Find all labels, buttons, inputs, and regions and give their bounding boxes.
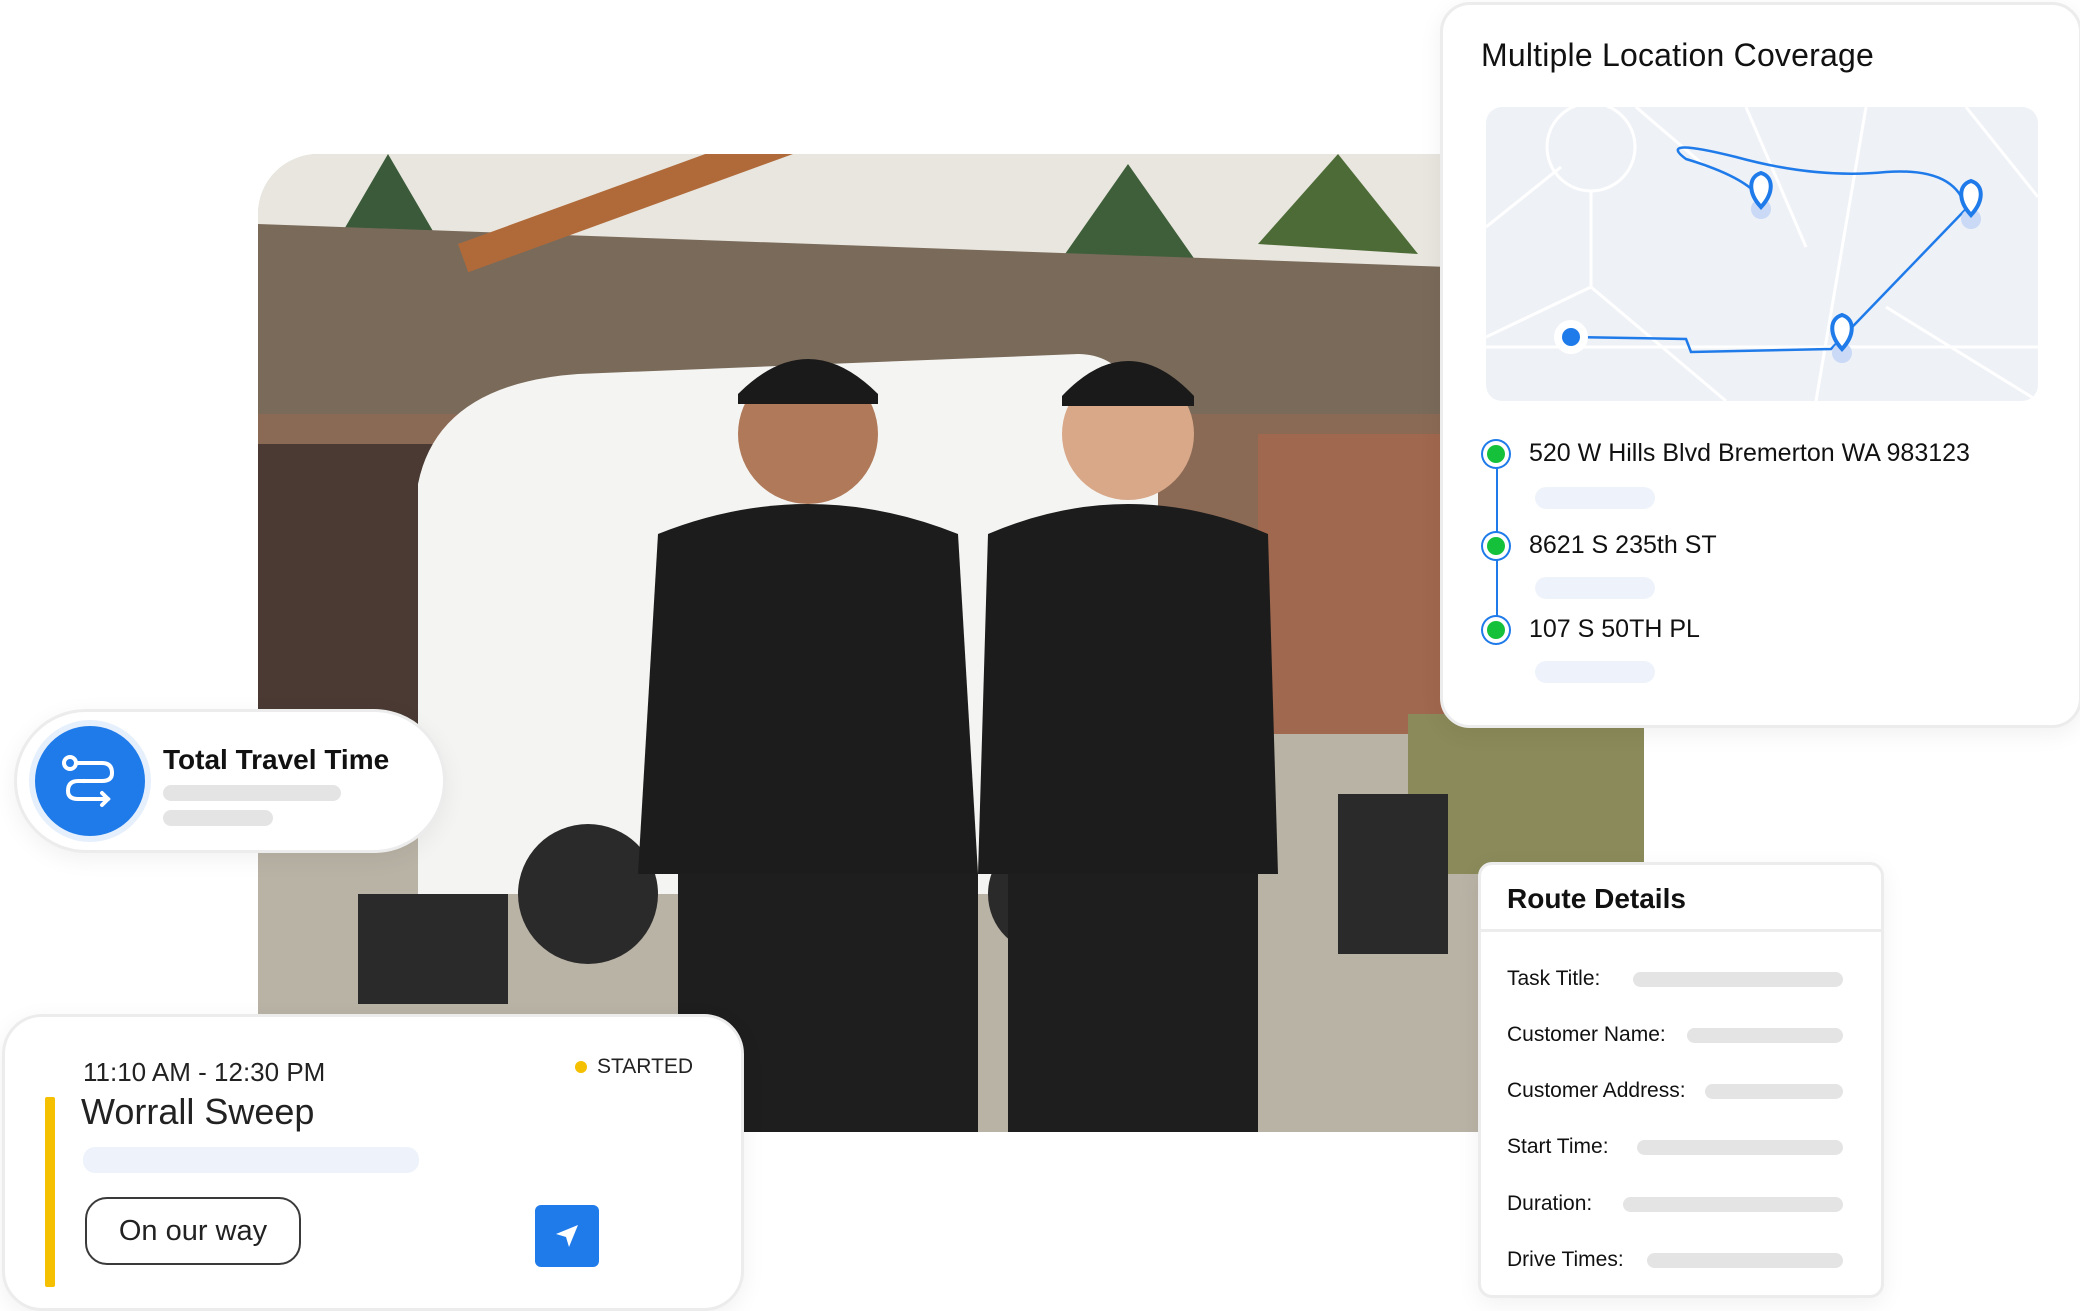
- route-field-value: [1705, 1084, 1843, 1099]
- route-map-graphic: [1486, 107, 2038, 401]
- placeholder-line: [163, 810, 273, 826]
- map-pin-icon: [1751, 173, 1771, 219]
- route-field-value: [1687, 1028, 1843, 1043]
- travel-time-title: Total Travel Time: [163, 744, 389, 776]
- route-field-label: Start Time:: [1507, 1135, 1609, 1159]
- route-field-label: Customer Address:: [1507, 1079, 1686, 1103]
- status-dot-icon: [575, 1061, 587, 1073]
- route-field-label: Duration:: [1507, 1192, 1592, 1216]
- placeholder-line: [163, 785, 341, 801]
- on-our-way-button[interactable]: On our way: [85, 1197, 301, 1265]
- location-dot-icon: [1487, 445, 1505, 463]
- send-icon[interactable]: [535, 1205, 599, 1267]
- map-pin-icon: [1961, 181, 1981, 229]
- route-field-value: [1633, 972, 1843, 987]
- route-details-title: Route Details: [1507, 883, 1686, 915]
- route-map[interactable]: [1486, 107, 2038, 401]
- job-name: Worrall Sweep: [81, 1091, 314, 1133]
- hero-photo: [258, 154, 1644, 1132]
- route-field-value: [1637, 1140, 1843, 1155]
- job-accent-bar: [45, 1097, 55, 1287]
- location-coverage-card: Multiple Location Coverage: [1440, 2, 2080, 728]
- map-pin-icon: [1832, 315, 1852, 363]
- route-field-label: Customer Name:: [1507, 1023, 1666, 1047]
- technicians-van-photo: [258, 154, 1644, 1132]
- route-icon: [35, 726, 145, 836]
- route-field-value: [1647, 1253, 1843, 1268]
- status-badge: STARTED: [575, 1055, 693, 1079]
- location-dot-icon: [1487, 537, 1505, 555]
- placeholder-line: [1535, 577, 1655, 599]
- route-field-label: Drive Times:: [1507, 1248, 1624, 1272]
- job-card: 11:10 AM - 12:30 PM STARTED Worrall Swee…: [2, 1014, 744, 1311]
- status-label: STARTED: [597, 1055, 693, 1079]
- job-time: 11:10 AM - 12:30 PM: [83, 1057, 325, 1088]
- coverage-title: Multiple Location Coverage: [1481, 37, 1874, 74]
- route-details-card: Route Details Task Title: Customer Name:…: [1478, 862, 1884, 1298]
- location-dot-icon: [1487, 621, 1505, 639]
- route-details-header: Route Details: [1481, 865, 1881, 932]
- route-field-value: [1623, 1197, 1843, 1212]
- placeholder-line: [1535, 487, 1655, 509]
- travel-time-card: Total Travel Time: [14, 709, 446, 853]
- location-item[interactable]: 107 S 50TH PL: [1487, 615, 1700, 644]
- location-item[interactable]: 8621 S 235th ST: [1487, 531, 1717, 560]
- route-field-label: Task Title:: [1507, 967, 1600, 991]
- placeholder-line: [1535, 661, 1655, 683]
- location-item[interactable]: 520 W Hills Blvd Bremerton WA 983123: [1487, 439, 1970, 468]
- placeholder-line: [83, 1147, 419, 1173]
